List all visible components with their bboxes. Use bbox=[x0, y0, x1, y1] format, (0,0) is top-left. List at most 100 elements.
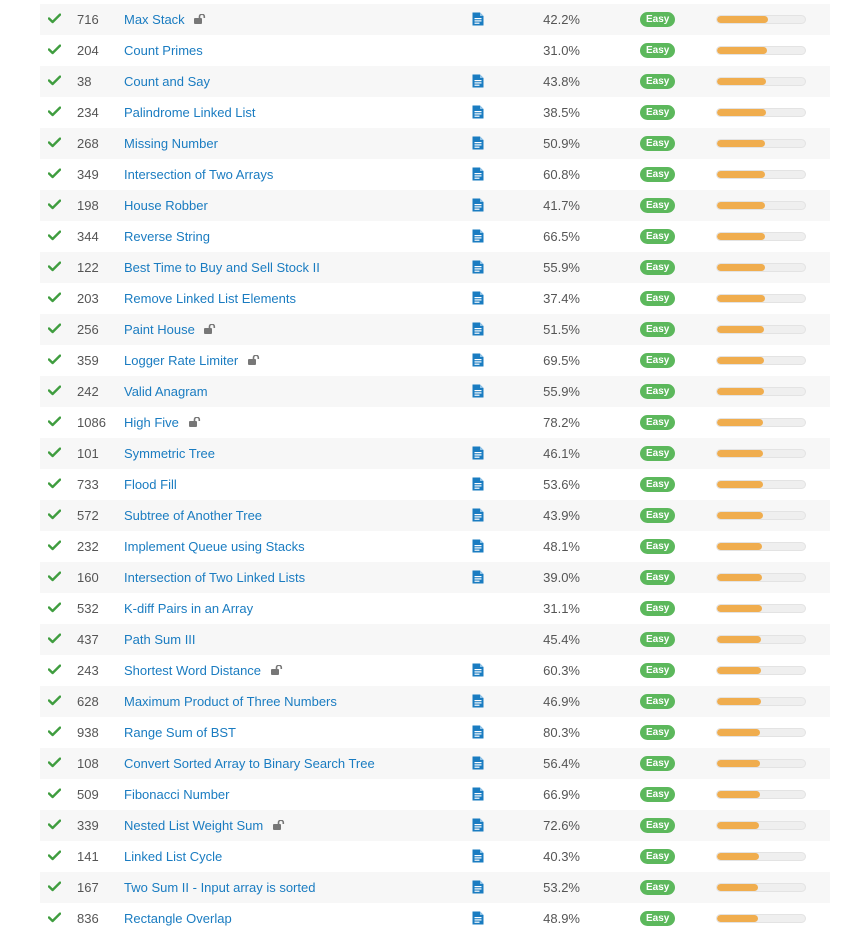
difficulty-badge: Easy bbox=[640, 880, 676, 895]
problem-title-link[interactable]: Palindrome Linked List bbox=[124, 105, 256, 120]
problem-title-cell: Count and Say bbox=[124, 66, 210, 97]
solution-icon[interactable] bbox=[472, 655, 484, 686]
problem-title-link[interactable]: K-diff Pairs in an Array bbox=[124, 601, 253, 616]
check-icon bbox=[48, 128, 62, 159]
problem-title-link[interactable]: Maximum Product of Three Numbers bbox=[124, 694, 337, 709]
problem-title-link[interactable]: Paint House bbox=[124, 322, 195, 337]
frequency-bar bbox=[716, 356, 806, 365]
acceptance-rate: 72.6% bbox=[543, 818, 580, 833]
frequency-bar-fill bbox=[717, 47, 768, 54]
problem-title-link[interactable]: Rectangle Overlap bbox=[124, 911, 232, 926]
check-icon bbox=[48, 531, 62, 562]
frequency-bar bbox=[716, 387, 806, 396]
solution-icon[interactable] bbox=[472, 779, 484, 810]
problem-id: 242 bbox=[77, 384, 99, 399]
problem-title-link[interactable]: Nested List Weight Sum bbox=[124, 818, 263, 833]
lock-open-icon bbox=[247, 345, 260, 376]
problem-title-cell: Maximum Product of Three Numbers bbox=[124, 686, 337, 717]
solution-icon[interactable] bbox=[472, 872, 484, 903]
problem-id: 628 bbox=[77, 694, 99, 709]
difficulty-badge: Easy bbox=[640, 74, 676, 89]
solution-icon[interactable] bbox=[472, 717, 484, 748]
frequency-bar-fill bbox=[717, 233, 765, 240]
problem-title-link[interactable]: House Robber bbox=[124, 198, 208, 213]
check-icon bbox=[48, 810, 62, 841]
problem-title-link[interactable]: Count Primes bbox=[124, 43, 203, 58]
problem-title-link[interactable]: Missing Number bbox=[124, 136, 218, 151]
check-icon bbox=[48, 686, 62, 717]
problem-title-link[interactable]: Range Sum of BST bbox=[124, 725, 236, 740]
problem-title-link[interactable]: Shortest Word Distance bbox=[124, 663, 261, 678]
problem-title-link[interactable]: Intersection of Two Arrays bbox=[124, 167, 273, 182]
frequency-bar-fill bbox=[717, 822, 760, 829]
solution-icon[interactable] bbox=[472, 128, 484, 159]
acceptance-rate: 66.9% bbox=[543, 787, 580, 802]
solution-icon[interactable] bbox=[472, 903, 484, 934]
problem-title-link[interactable]: Symmetric Tree bbox=[124, 446, 215, 461]
difficulty-badge: Easy bbox=[640, 167, 676, 182]
problem-title-link[interactable]: Subtree of Another Tree bbox=[124, 508, 262, 523]
solution-icon[interactable] bbox=[472, 66, 484, 97]
frequency-bar-fill bbox=[717, 16, 769, 23]
solution-icon[interactable] bbox=[472, 438, 484, 469]
problem-title-link[interactable]: Flood Fill bbox=[124, 477, 177, 492]
solution-icon[interactable] bbox=[472, 190, 484, 221]
solution-icon[interactable] bbox=[472, 531, 484, 562]
frequency-bar-fill bbox=[717, 915, 759, 922]
solution-icon[interactable] bbox=[472, 500, 484, 531]
solution-icon[interactable] bbox=[472, 686, 484, 717]
solution-icon[interactable] bbox=[472, 841, 484, 872]
solution-icon[interactable] bbox=[472, 97, 484, 128]
problem-title-link[interactable]: High Five bbox=[124, 415, 179, 430]
frequency-bar bbox=[716, 480, 806, 489]
check-icon bbox=[48, 717, 62, 748]
solution-icon[interactable] bbox=[472, 345, 484, 376]
solution-icon[interactable] bbox=[472, 283, 484, 314]
solution-icon[interactable] bbox=[472, 376, 484, 407]
difficulty-badge: Easy bbox=[640, 105, 676, 120]
problem-id: 198 bbox=[77, 198, 99, 213]
problem-title-link[interactable]: Remove Linked List Elements bbox=[124, 291, 296, 306]
acceptance-rate: 38.5% bbox=[543, 105, 580, 120]
problem-row: 141 Linked List Cycle 40.3% Easy bbox=[40, 841, 830, 872]
problem-row: 437 Path Sum III 45.4% Easy bbox=[40, 624, 830, 655]
problem-title-link[interactable]: Path Sum III bbox=[124, 632, 196, 647]
problem-id: 938 bbox=[77, 725, 99, 740]
frequency-bar-fill bbox=[717, 264, 765, 271]
problem-title-link[interactable]: Two Sum II - Input array is sorted bbox=[124, 880, 315, 895]
difficulty-badge: Easy bbox=[640, 508, 676, 523]
problem-id: 38 bbox=[77, 74, 92, 89]
problem-id: 167 bbox=[77, 880, 99, 895]
solution-icon[interactable] bbox=[472, 221, 484, 252]
difficulty-badge: Easy bbox=[640, 818, 676, 833]
solution-icon[interactable] bbox=[472, 4, 484, 35]
problem-title-cell: House Robber bbox=[124, 190, 208, 221]
problem-title-link[interactable]: Valid Anagram bbox=[124, 384, 208, 399]
problem-title-link[interactable]: Fibonacci Number bbox=[124, 787, 230, 802]
problem-title-link[interactable]: Count and Say bbox=[124, 74, 210, 89]
problem-title-link[interactable]: Reverse String bbox=[124, 229, 210, 244]
solution-icon[interactable] bbox=[472, 562, 484, 593]
solution-icon[interactable] bbox=[472, 469, 484, 500]
frequency-bar-fill bbox=[717, 481, 763, 488]
solution-icon[interactable] bbox=[472, 748, 484, 779]
check-icon bbox=[48, 66, 62, 97]
problem-title-link[interactable]: Linked List Cycle bbox=[124, 849, 222, 864]
solution-icon[interactable] bbox=[472, 252, 484, 283]
solution-icon[interactable] bbox=[472, 159, 484, 190]
frequency-bar-fill bbox=[717, 388, 764, 395]
problem-title-link[interactable]: Convert Sorted Array to Binary Search Tr… bbox=[124, 756, 375, 771]
problem-title-link[interactable]: Logger Rate Limiter bbox=[124, 353, 238, 368]
acceptance-rate: 55.9% bbox=[543, 260, 580, 275]
problem-title-link[interactable]: Implement Queue using Stacks bbox=[124, 539, 305, 554]
frequency-bar-fill bbox=[717, 543, 762, 550]
solution-icon[interactable] bbox=[472, 314, 484, 345]
solution-icon[interactable] bbox=[472, 810, 484, 841]
lock-open-icon bbox=[188, 407, 201, 438]
acceptance-rate: 50.9% bbox=[543, 136, 580, 151]
problem-title-link[interactable]: Best Time to Buy and Sell Stock II bbox=[124, 260, 320, 275]
problem-title-link[interactable]: Intersection of Two Linked Lists bbox=[124, 570, 305, 585]
acceptance-rate: 48.1% bbox=[543, 539, 580, 554]
problem-title-link[interactable]: Max Stack bbox=[124, 12, 185, 27]
frequency-bar-fill bbox=[717, 78, 767, 85]
